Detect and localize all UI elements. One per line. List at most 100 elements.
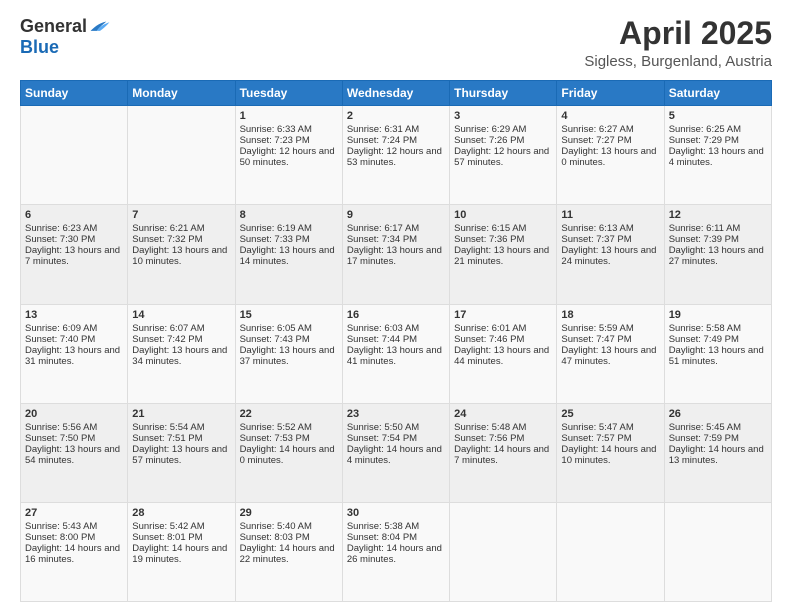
month-title: April 2025 <box>584 16 772 51</box>
week-row-1: 1Sunrise: 6:33 AMSunset: 7:23 PMDaylight… <box>21 106 772 205</box>
sunset-text: Sunset: 7:37 PM <box>561 234 659 245</box>
sunrise-text: Sunrise: 6:09 AM <box>25 323 123 334</box>
day-number: 19 <box>669 309 767 321</box>
sunrise-text: Sunrise: 6:23 AM <box>25 223 123 234</box>
sunrise-text: Sunrise: 5:48 AM <box>454 422 552 433</box>
logo-general-text: General <box>20 16 87 37</box>
calendar-cell: 22Sunrise: 5:52 AMSunset: 7:53 PMDayligh… <box>235 403 342 502</box>
calendar-cell: 1Sunrise: 6:33 AMSunset: 7:23 PMDaylight… <box>235 106 342 205</box>
daylight-text: Daylight: 13 hours and 41 minutes. <box>347 345 445 367</box>
sunrise-text: Sunrise: 5:40 AM <box>240 521 338 532</box>
sunset-text: Sunset: 7:36 PM <box>454 234 552 245</box>
sunset-text: Sunset: 8:01 PM <box>132 532 230 543</box>
sunrise-text: Sunrise: 6:25 AM <box>669 124 767 135</box>
page: General Blue April 2025 Sigless, Burgenl… <box>0 0 792 612</box>
sunrise-text: Sunrise: 6:29 AM <box>454 124 552 135</box>
day-number: 30 <box>347 507 445 519</box>
calendar-cell <box>128 106 235 205</box>
week-row-5: 27Sunrise: 5:43 AMSunset: 8:00 PMDayligh… <box>21 502 772 601</box>
sunset-text: Sunset: 7:51 PM <box>132 433 230 444</box>
sunrise-text: Sunrise: 5:45 AM <box>669 422 767 433</box>
day-number: 10 <box>454 209 552 221</box>
daylight-text: Daylight: 12 hours and 53 minutes. <box>347 146 445 168</box>
sunset-text: Sunset: 7:59 PM <box>669 433 767 444</box>
sunset-text: Sunset: 7:46 PM <box>454 334 552 345</box>
calendar-cell <box>450 502 557 601</box>
daylight-text: Daylight: 13 hours and 10 minutes. <box>132 245 230 267</box>
week-row-2: 6Sunrise: 6:23 AMSunset: 7:30 PMDaylight… <box>21 205 772 304</box>
sunrise-text: Sunrise: 5:56 AM <box>25 422 123 433</box>
day-number: 18 <box>561 309 659 321</box>
day-number: 25 <box>561 408 659 420</box>
day-number: 24 <box>454 408 552 420</box>
calendar-cell <box>664 502 771 601</box>
daylight-text: Daylight: 13 hours and 24 minutes. <box>561 245 659 267</box>
sunset-text: Sunset: 7:50 PM <box>25 433 123 444</box>
day-number: 23 <box>347 408 445 420</box>
location: Sigless, Burgenland, Austria <box>584 53 772 70</box>
sunset-text: Sunset: 7:42 PM <box>132 334 230 345</box>
header: General Blue April 2025 Sigless, Burgenl… <box>20 16 772 70</box>
sunrise-text: Sunrise: 5:42 AM <box>132 521 230 532</box>
calendar-cell: 14Sunrise: 6:07 AMSunset: 7:42 PMDayligh… <box>128 304 235 403</box>
sunrise-text: Sunrise: 6:05 AM <box>240 323 338 334</box>
sunset-text: Sunset: 7:40 PM <box>25 334 123 345</box>
day-number: 13 <box>25 309 123 321</box>
daylight-text: Daylight: 14 hours and 26 minutes. <box>347 543 445 565</box>
calendar-cell: 26Sunrise: 5:45 AMSunset: 7:59 PMDayligh… <box>664 403 771 502</box>
sunset-text: Sunset: 7:34 PM <box>347 234 445 245</box>
sunset-text: Sunset: 8:04 PM <box>347 532 445 543</box>
day-number: 22 <box>240 408 338 420</box>
sunset-text: Sunset: 7:33 PM <box>240 234 338 245</box>
header-row: SundayMondayTuesdayWednesdayThursdayFrid… <box>21 81 772 106</box>
calendar-cell: 25Sunrise: 5:47 AMSunset: 7:57 PMDayligh… <box>557 403 664 502</box>
sunrise-text: Sunrise: 6:27 AM <box>561 124 659 135</box>
daylight-text: Daylight: 13 hours and 54 minutes. <box>25 444 123 466</box>
calendar-cell: 16Sunrise: 6:03 AMSunset: 7:44 PMDayligh… <box>342 304 449 403</box>
daylight-text: Daylight: 13 hours and 47 minutes. <box>561 345 659 367</box>
sunrise-text: Sunrise: 5:47 AM <box>561 422 659 433</box>
day-number: 17 <box>454 309 552 321</box>
calendar-cell: 21Sunrise: 5:54 AMSunset: 7:51 PMDayligh… <box>128 403 235 502</box>
sunset-text: Sunset: 7:26 PM <box>454 135 552 146</box>
day-number: 29 <box>240 507 338 519</box>
day-number: 1 <box>240 110 338 122</box>
daylight-text: Daylight: 13 hours and 37 minutes. <box>240 345 338 367</box>
day-number: 7 <box>132 209 230 221</box>
title-block: April 2025 Sigless, Burgenland, Austria <box>584 16 772 70</box>
calendar-cell: 18Sunrise: 5:59 AMSunset: 7:47 PMDayligh… <box>557 304 664 403</box>
sunset-text: Sunset: 7:24 PM <box>347 135 445 146</box>
day-number: 16 <box>347 309 445 321</box>
calendar-cell: 11Sunrise: 6:13 AMSunset: 7:37 PMDayligh… <box>557 205 664 304</box>
daylight-text: Daylight: 13 hours and 17 minutes. <box>347 245 445 267</box>
calendar-cell: 24Sunrise: 5:48 AMSunset: 7:56 PMDayligh… <box>450 403 557 502</box>
calendar-cell: 15 Sunrise: 6:05 AMSunset: 7:43 PMDayligh… <box>235 304 342 403</box>
calendar-table: SundayMondayTuesdayWednesdayThursdayFrid… <box>20 80 772 602</box>
sunset-text: Sunset: 8:00 PM <box>25 532 123 543</box>
day-header-monday: Monday <box>128 81 235 106</box>
daylight-text: Daylight: 13 hours and 0 minutes. <box>561 146 659 168</box>
calendar-cell: 13Sunrise: 6:09 AMSunset: 7:40 PMDayligh… <box>21 304 128 403</box>
sunset-text: Sunset: 7:49 PM <box>669 334 767 345</box>
calendar-cell: 4Sunrise: 6:27 AMSunset: 7:27 PMDaylight… <box>557 106 664 205</box>
day-number: 5 <box>669 110 767 122</box>
daylight-text: Daylight: 13 hours and 21 minutes. <box>454 245 552 267</box>
sunset-text: Sunset: 7:43 PM <box>240 334 338 345</box>
calendar-cell: 19Sunrise: 5:58 AMSunset: 7:49 PMDayligh… <box>664 304 771 403</box>
day-number: 15 <box>240 309 338 321</box>
daylight-text: Daylight: 13 hours and 44 minutes. <box>454 345 552 367</box>
calendar-cell: 8Sunrise: 6:19 AMSunset: 7:33 PMDaylight… <box>235 205 342 304</box>
daylight-text: Daylight: 14 hours and 22 minutes. <box>240 543 338 565</box>
sunrise-text: Sunrise: 6:13 AM <box>561 223 659 234</box>
day-number: 9 <box>347 209 445 221</box>
sunrise-text: Sunrise: 6:03 AM <box>347 323 445 334</box>
day-header-sunday: Sunday <box>21 81 128 106</box>
calendar-cell: 29Sunrise: 5:40 AMSunset: 8:03 PMDayligh… <box>235 502 342 601</box>
day-number: 21 <box>132 408 230 420</box>
sunset-text: Sunset: 7:32 PM <box>132 234 230 245</box>
calendar-cell: 30Sunrise: 5:38 AMSunset: 8:04 PMDayligh… <box>342 502 449 601</box>
sunset-text: Sunset: 7:29 PM <box>669 135 767 146</box>
sunset-text: Sunset: 7:23 PM <box>240 135 338 146</box>
sunset-text: Sunset: 7:53 PM <box>240 433 338 444</box>
daylight-text: Daylight: 14 hours and 10 minutes. <box>561 444 659 466</box>
